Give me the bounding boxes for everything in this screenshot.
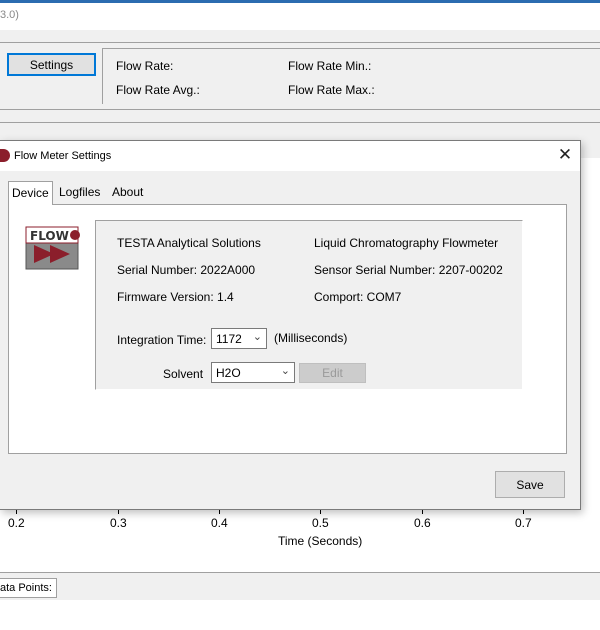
comport: Comport: COM7 bbox=[314, 290, 402, 304]
chart-right-edge bbox=[580, 160, 600, 505]
x-tick-label: 0.5 bbox=[312, 516, 329, 530]
chevron-down-icon: ⌄ bbox=[280, 365, 290, 377]
x-tick-label: 0.7 bbox=[515, 516, 532, 530]
flow-app-icon bbox=[0, 149, 10, 162]
solvent-label: Solvent bbox=[163, 367, 204, 381]
integration-time-value: 1172 bbox=[216, 332, 242, 346]
integration-time-label: Integration Time: bbox=[117, 333, 207, 347]
main-window-titlebar: 3.0) bbox=[0, 0, 600, 30]
company-name: TESTA Analytical Solutions bbox=[117, 236, 261, 250]
firmware-version: Firmware Version: 1.4 bbox=[117, 290, 234, 304]
solvent-select[interactable]: H2O ⌄ bbox=[211, 362, 295, 383]
status-bar bbox=[0, 572, 600, 600]
flow-rate-max-label: Flow Rate Max.: bbox=[288, 83, 375, 97]
x-tick-label: 0.6 bbox=[414, 516, 431, 530]
flow-rate-label: Flow Rate: bbox=[116, 59, 174, 73]
data-points-tab[interactable]: ata Points: bbox=[0, 578, 57, 598]
save-button[interactable]: Save bbox=[495, 471, 565, 498]
tab-about[interactable]: About bbox=[109, 183, 146, 203]
flow-rate-min-label: Flow Rate Min.: bbox=[288, 59, 372, 73]
integration-time-select[interactable]: 1172 ⌄ bbox=[211, 328, 267, 349]
chevron-down-icon: ⌄ bbox=[252, 331, 262, 343]
x-tick-label: 0.4 bbox=[211, 516, 228, 530]
dialog-title: Flow Meter Settings bbox=[14, 150, 112, 162]
integration-time-unit: (Milliseconds) bbox=[274, 331, 348, 345]
edit-solvent-button[interactable]: Edit bbox=[299, 363, 366, 383]
flow-readouts-panel: Flow Rate: Flow Rate Min.: Flow Rate Avg… bbox=[102, 48, 600, 104]
x-tick-label: 0.3 bbox=[110, 516, 127, 530]
flow-rate-avg-label: Flow Rate Avg.: bbox=[116, 83, 200, 97]
serial-number: Serial Number: 2022A000 bbox=[117, 263, 256, 277]
dialog-titlebar[interactable]: Flow Meter Settings ✕ bbox=[0, 141, 580, 171]
solvent-value: H2O bbox=[216, 366, 241, 380]
main-window-title: 3.0) bbox=[0, 9, 19, 21]
flow-logo: FLOW bbox=[24, 225, 82, 271]
x-axis-title: Time (Seconds) bbox=[278, 534, 363, 548]
x-tick-label: 0.2 bbox=[8, 516, 25, 530]
settings-button[interactable]: Settings bbox=[7, 53, 96, 76]
flow-meter-settings-dialog: Flow Meter Settings ✕ Device Logfiles Ab… bbox=[0, 140, 581, 510]
sensor-serial-number: Sensor Serial Number: 2207-00202 bbox=[314, 263, 503, 277]
close-icon[interactable]: ✕ bbox=[552, 144, 578, 168]
tab-device[interactable]: Device bbox=[8, 181, 53, 205]
svg-text:FLOW: FLOW bbox=[30, 229, 69, 243]
tab-logfiles[interactable]: Logfiles bbox=[56, 183, 103, 203]
product-name: Liquid Chromatography Flowmeter bbox=[314, 236, 499, 250]
